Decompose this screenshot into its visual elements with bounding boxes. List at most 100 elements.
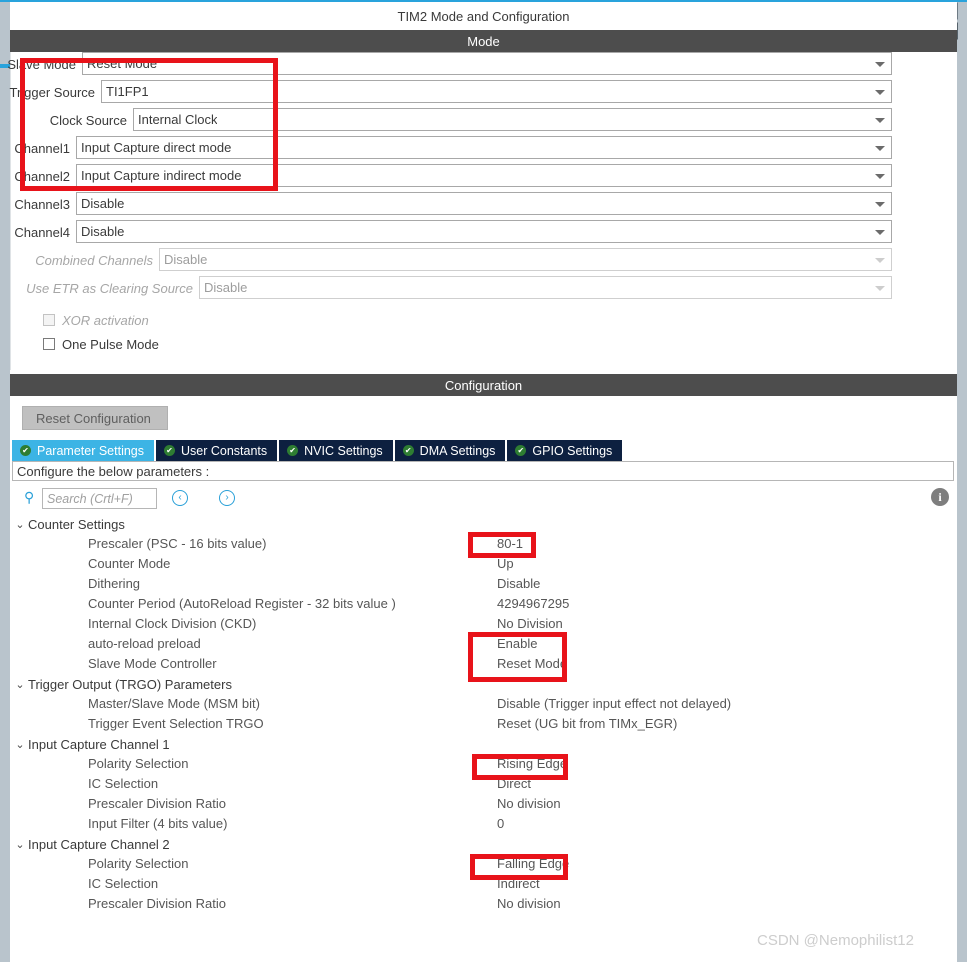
tab-gpio-settings[interactable]: ✔ GPIO Settings <box>507 440 625 461</box>
parameter-value[interactable]: 80-1 <box>497 536 523 551</box>
search-icon: ⚲ <box>24 489 35 505</box>
parameter-row[interactable]: Master/Slave Mode (MSM bit) Disable (Trig… <box>12 694 954 714</box>
mode-row-label: Trigger Source <box>9 85 96 100</box>
check-circle-icon: ✔ <box>402 445 414 456</box>
search-input[interactable] <box>42 488 157 509</box>
parameter-name: Internal Clock Division (CKD) <box>88 616 257 631</box>
parameter-group-label: Input Capture Channel 1 <box>28 736 170 752</box>
parameter-value[interactable]: 4294967295 <box>497 596 569 611</box>
parameter-value[interactable]: Indirect <box>497 876 540 891</box>
mode-row-label: Use ETR as Clearing Source <box>26 281 193 296</box>
reset-configuration-button[interactable]: Reset Configuration <box>22 406 168 430</box>
tab-user-constants[interactable]: ✔ User Constants <box>156 440 280 461</box>
mode-dropdown-value: Disable <box>204 280 248 295</box>
mode-panel: Slave Mode Reset Mode Trigger Source TI1FP1… <box>7 52 958 370</box>
mode-dropdown[interactable]: Reset Mode <box>82 52 892 75</box>
parameter-row[interactable]: Slave Mode Controller Reset Mode <box>12 654 954 674</box>
parameter-name: IC Selection <box>88 776 159 791</box>
parameter-group-header[interactable]: ⌄ Input Capture Channel 1 <box>12 734 954 754</box>
parameter-group-header[interactable]: ⌄ Trigger Output (TRGO) Parameters <box>12 674 954 694</box>
tab-nvic-settings[interactable]: ✔ NVIC Settings <box>279 440 395 461</box>
chevron-down-icon[interactable]: ⌄ <box>12 518 28 531</box>
mode-dropdown: Disable <box>199 276 892 299</box>
parameter-value[interactable]: 0 <box>497 816 504 831</box>
mode-row-label: Channel1 <box>14 141 70 156</box>
parameter-row[interactable]: IC Selection Indirect <box>12 874 954 894</box>
mode-dropdown[interactable]: Disable <box>76 192 892 215</box>
parameter-row[interactable]: Polarity Selection Rising Edge <box>12 754 954 774</box>
info-icon[interactable]: i <box>931 488 949 506</box>
parameter-row[interactable]: Input Filter (4 bits value) 0 <box>12 814 954 834</box>
parameter-tree: ⌄ Counter Settings Prescaler (PSC - 16 bit… <box>12 514 954 914</box>
mode-dropdown[interactable]: TI1FP1 <box>101 80 892 103</box>
mode-dropdown[interactable]: Disable <box>76 220 892 243</box>
tab-dma-settings[interactable]: ✔ DMA Settings <box>394 440 508 461</box>
parameter-value[interactable]: Reset (UG bit from TIMx_EGR) <box>497 716 677 731</box>
parameter-row[interactable]: IC Selection Direct <box>12 774 954 794</box>
right-scrollbar-track[interactable] <box>957 2 967 962</box>
parameter-row[interactable]: Internal Clock Division (CKD) No Division <box>12 614 954 634</box>
parameter-row[interactable]: auto-reload preload Enable <box>12 634 954 654</box>
parameter-value[interactable]: Up <box>497 556 514 571</box>
parameter-name: Polarity Selection <box>88 856 189 871</box>
chevron-down-icon <box>875 201 885 207</box>
mode-row-label: Slave Mode <box>7 57 76 72</box>
parameter-row[interactable]: Trigger Event Selection TRGO Reset (UG bi… <box>12 714 954 734</box>
tab-label: Parameter Settings <box>37 443 144 458</box>
chevron-down-icon[interactable]: ⌄ <box>12 838 28 851</box>
parameter-value[interactable]: Enable <box>497 636 537 651</box>
mode-dropdown[interactable]: Internal Clock <box>133 108 892 131</box>
parameter-row[interactable]: Counter Mode Up <box>12 554 954 574</box>
parameter-row[interactable]: Dithering Disable <box>12 574 954 594</box>
parameter-value[interactable]: No division <box>497 896 561 911</box>
parameter-value[interactable]: Disable <box>497 576 540 591</box>
mode-dropdown: Disable <box>159 248 892 271</box>
parameter-group-header[interactable]: ⌄ Counter Settings <box>12 514 954 534</box>
parameter-name: Polarity Selection <box>88 756 189 771</box>
chevron-down-icon[interactable]: ⌄ <box>12 738 28 751</box>
tab-parameter-settings[interactable]: ✔ Parameter Settings <box>12 440 156 461</box>
mode-dropdown-value: Input Capture direct mode <box>81 140 232 155</box>
mode-checkbox-row[interactable]: One Pulse Mode <box>43 332 159 356</box>
parameter-value[interactable]: Falling Edge <box>497 856 569 871</box>
tim2-configuration-window: TIM2 Mode and Configuration Mode Slave M… <box>0 0 967 962</box>
mode-dropdown[interactable]: Input Capture indirect mode <box>76 164 892 187</box>
parameter-name: Counter Period (AutoReload Register - 32… <box>88 596 396 611</box>
mode-row: Channel2 Input Capture indirect mode <box>11 164 958 192</box>
parameter-value[interactable]: Direct <box>497 776 531 791</box>
parameter-row[interactable]: Prescaler Division Ratio No division <box>12 894 954 914</box>
tab-label: NVIC Settings <box>304 443 383 458</box>
parameter-row[interactable]: Prescaler (PSC - 16 bits value) 80-1 <box>12 534 954 554</box>
parameter-row[interactable]: Counter Period (AutoReload Register - 32… <box>12 594 954 614</box>
parameter-name: Input Filter (4 bits value) <box>88 816 228 831</box>
mode-dropdown-value: Reset Mode <box>87 56 158 71</box>
mode-row-label: Channel4 <box>14 225 70 240</box>
check-circle-icon: ✔ <box>287 445 299 456</box>
parameter-group-header[interactable]: ⌄ Input Capture Channel 2 <box>12 834 954 854</box>
search-prev-button[interactable]: ‹ <box>172 490 188 506</box>
mode-dropdown[interactable]: Input Capture direct mode <box>76 136 892 159</box>
parameter-value[interactable]: Disable (Trigger input effect not delaye… <box>497 696 731 711</box>
mode-dropdown-value: Input Capture indirect mode <box>81 168 242 183</box>
parameter-group-label: Counter Settings <box>28 516 125 532</box>
parameter-name: auto-reload preload <box>88 636 201 651</box>
parameter-row[interactable]: Prescaler Division Ratio No division <box>12 794 954 814</box>
mode-row: Combined Channels Disable <box>11 248 958 276</box>
settings-tabbar: ✔ Parameter Settings ✔ User Constants ✔ NVIC … <box>12 440 625 461</box>
search-next-button[interactable]: › <box>219 490 235 506</box>
chevron-down-icon[interactable]: ⌄ <box>12 678 28 691</box>
search-row: ⚲ ‹ › i <box>12 486 954 512</box>
mode-row: Channel3 Disable <box>11 192 958 220</box>
parameter-value[interactable]: Reset Mode <box>497 656 567 671</box>
checkbox-icon[interactable] <box>43 338 55 350</box>
configure-parameters-label: Configure the below parameters : <box>12 461 954 481</box>
parameter-name: Master/Slave Mode (MSM bit) <box>88 696 260 711</box>
mode-row-label: Clock Source <box>49 113 127 128</box>
parameter-value[interactable]: No Division <box>497 616 563 631</box>
parameter-row[interactable]: Polarity Selection Falling Edge <box>12 854 954 874</box>
parameter-value[interactable]: No division <box>497 796 561 811</box>
parameter-name: IC Selection <box>88 876 159 891</box>
parameter-value[interactable]: Rising Edge <box>497 756 567 771</box>
mode-row-label: Channel2 <box>14 169 70 184</box>
mode-dropdown-value: Internal Clock <box>138 112 218 127</box>
